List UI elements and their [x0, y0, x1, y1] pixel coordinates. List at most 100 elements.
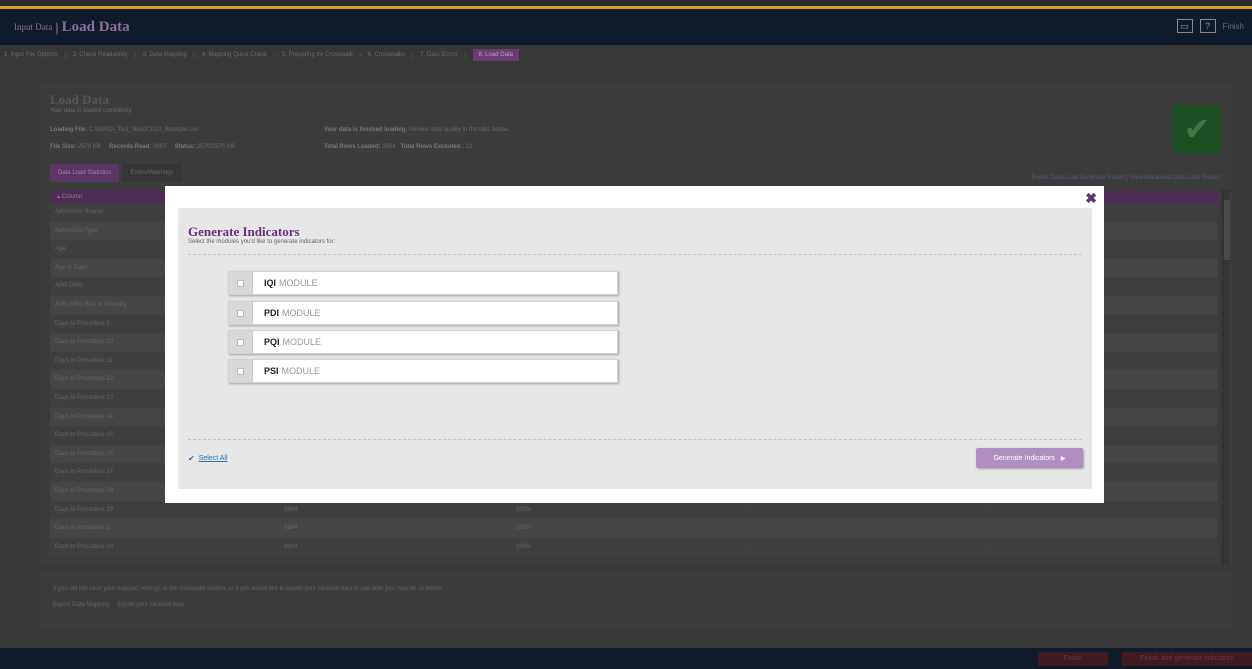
table-cell: - — [984, 525, 986, 532]
table-cell: Days to Procedure 20 — [55, 543, 114, 550]
table-cell: 100% — [516, 543, 532, 550]
generate-button-label: Generate Indicators — [993, 454, 1055, 462]
total-excluded-value: 12 — [465, 144, 473, 150]
checkmark-icon: ✔ — [188, 454, 195, 463]
step-item[interactable]: 3. Data Mapping — [143, 52, 187, 58]
step-item[interactable]: 5. Preparing for Crosswalk — [282, 52, 353, 58]
app-header: Input Data | Load Data ▭ ? Finish — [0, 9, 1252, 45]
table-cell: Days to Procedure 2 — [55, 525, 110, 532]
file-size-label: File Size: — [50, 144, 77, 150]
table-cell: - — [984, 506, 986, 513]
tab-data-load-statistics[interactable]: Data Load Statistics — [50, 164, 120, 182]
table-cell: - — [748, 525, 750, 532]
window-icon[interactable]: ▭ — [1176, 19, 1193, 33]
view-advanced-link[interactable]: View Advanced Data Load Report — [1130, 175, 1220, 181]
column-header[interactable]: Column — [62, 194, 83, 200]
table-cell: - — [984, 543, 986, 550]
chevron-right-icon: › — [133, 49, 137, 60]
export-links: Export Data Mapping Export your cleaned … — [53, 602, 1219, 608]
checkbox-area[interactable] — [229, 360, 253, 382]
step-item[interactable]: 7. Data Errors — [420, 52, 457, 58]
loading-file-value: C:\WINDI_Test_files\ICD10_9sample.csv — [89, 127, 199, 133]
tab-errors-warnings[interactable]: Errors/Warnings — [122, 164, 182, 182]
table-cell: 9894 — [284, 525, 298, 532]
table-cell: - — [748, 506, 750, 513]
total-loaded-label: Total Rows Loaded: — [324, 144, 381, 150]
success-check-icon: ✔ — [1173, 105, 1221, 153]
tab-bar: Data Load Statistics Errors/Warnings — [50, 164, 182, 182]
records-read-label: Records Read: — [109, 144, 152, 150]
header-separator: | — [55, 19, 59, 35]
arrow-right-icon: ▶ — [1060, 455, 1066, 462]
page-title: Load Data — [61, 18, 130, 35]
module-name: PSI — [264, 366, 279, 376]
generate-indicators-button[interactable]: Generate Indicators ▶ — [976, 448, 1083, 468]
export-cleaned-link[interactable]: Export your cleaned data — [117, 602, 184, 608]
table-cell: 100% — [516, 525, 532, 532]
select-all-link[interactable]: ✔ Select All — [188, 454, 228, 463]
step-item[interactable]: 4. Mapping Quick Check — [202, 52, 267, 58]
export-summary-link[interactable]: Export Data Load Summary Report — [1031, 175, 1125, 181]
top-stripe — [0, 0, 1252, 9]
select-all-label[interactable]: Select All — [199, 455, 228, 462]
table-row: Days to Procedure 19 9894 100% - - — [50, 500, 1218, 520]
module-name: PDI — [264, 308, 280, 318]
module-suffix: MODULE — [281, 366, 321, 376]
chevron-right-icon: › — [463, 49, 467, 60]
step-item-active[interactable]: 8. Load Data — [472, 48, 519, 61]
module-suffix: MODULE — [282, 337, 322, 347]
checkbox-area[interactable] — [229, 302, 253, 324]
export-message: If you did not save your mapped settings… — [53, 586, 443, 592]
bottom-divider — [188, 439, 1082, 440]
summary-title: Load Data — [50, 92, 109, 107]
module-suffix: MODULE — [279, 278, 318, 288]
module-name: PQI — [264, 337, 280, 347]
file-size-value: 2570 KB — [77, 144, 101, 150]
checkbox-area[interactable] — [229, 331, 253, 353]
module-iqi[interactable]: IQI MODULE — [228, 271, 618, 295]
summary-subtitle: Your data is loaded completely — [50, 108, 132, 114]
finished-line: Your data is finished loading. Review da… — [324, 127, 509, 133]
chevron-right-icon: › — [358, 49, 362, 60]
table-links: Export Data Load Summary Report | View A… — [1031, 175, 1220, 181]
module-psi[interactable]: PSI MODULE — [228, 359, 618, 383]
table-cell: 9894 — [284, 543, 298, 550]
status-label: Status: — [174, 144, 196, 150]
module-pqi[interactable]: PQI MODULE — [228, 330, 618, 354]
table-scrollbar[interactable] — [1222, 190, 1230, 566]
step-item[interactable]: 6. Crosswalks — [368, 52, 405, 58]
chevron-right-icon: › — [192, 49, 196, 60]
export-panel: If you did not save your mapped settings… — [40, 572, 1232, 628]
header-section[interactable]: Input Data — [14, 22, 52, 32]
module-name: IQI — [264, 278, 277, 288]
table-cell: Days to Procedure 19 — [55, 506, 114, 513]
finish-generate-button[interactable]: Finish and generate indicators — [1122, 652, 1252, 666]
totals-line: Total Rows Loaded: 9894 Total Rows Exclu… — [324, 144, 473, 150]
table-cell: 100% — [516, 506, 532, 513]
modal-title: Generate Indicators — [188, 224, 300, 239]
records-read-value: 9907 — [153, 144, 167, 150]
step-item[interactable]: 1. Input File Options — [4, 52, 58, 58]
table-cell: - — [748, 543, 750, 550]
module-checkbox[interactable] — [237, 279, 244, 287]
modal-subtitle: Select the modules you'd like to generat… — [188, 239, 336, 245]
module-checkbox[interactable] — [237, 367, 244, 375]
scrollbar-thumb[interactable] — [1224, 200, 1230, 260]
chevron-right-icon: › — [411, 49, 415, 60]
chevron-right-icon: › — [273, 49, 277, 60]
checkbox-area[interactable] — [229, 272, 253, 294]
help-icon[interactable]: ? — [1199, 19, 1216, 33]
module-checkbox[interactable] — [237, 309, 244, 317]
top-divider — [188, 254, 1082, 255]
close-icon[interactable]: ✖ — [1085, 190, 1097, 207]
finish-button[interactable]: Finish — [1038, 652, 1108, 666]
module-suffix: MODULE — [282, 308, 321, 318]
loading-file-label: Loading File: — [50, 127, 88, 133]
export-mapping-link[interactable]: Export Data Mapping — [53, 602, 109, 608]
table-row: Days to Procedure 20 9894 100% - - — [50, 537, 1218, 557]
module-pdi[interactable]: PDI MODULE — [228, 301, 618, 325]
header-finish-link[interactable]: Finish — [1223, 22, 1244, 31]
finished-rest: Review data quality in the tabs below. — [408, 127, 509, 133]
module-checkbox[interactable] — [237, 338, 244, 346]
step-item[interactable]: 2. Check Readability — [73, 52, 128, 58]
